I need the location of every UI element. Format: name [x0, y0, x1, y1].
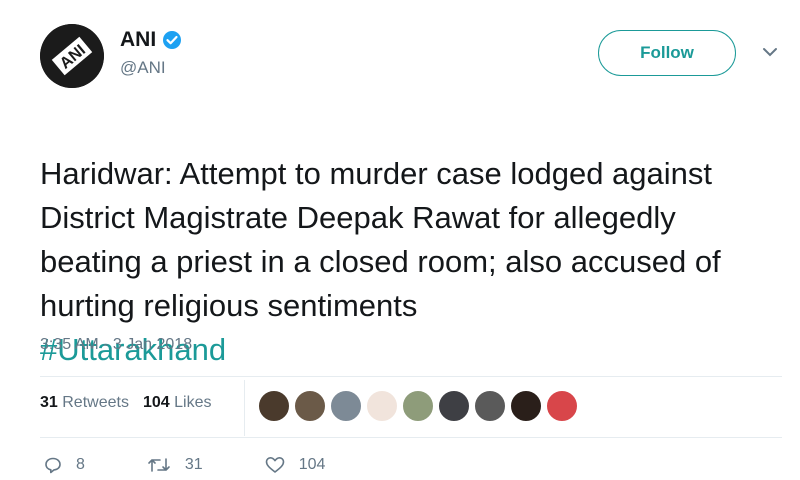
retweets-label: Retweets	[62, 394, 129, 411]
liker-avatar[interactable]	[294, 390, 326, 422]
liker-avatar[interactable]	[402, 390, 434, 422]
liker-avatar[interactable]	[258, 390, 290, 422]
tweet-text: Haridwar: Attempt to murder case lodged …	[40, 156, 721, 323]
reply-icon	[45, 457, 61, 474]
reply-count: 8	[76, 456, 85, 473]
reply-action[interactable]: 8	[44, 456, 85, 474]
liker-avatar[interactable]	[330, 390, 362, 422]
retweets-count: 31	[40, 394, 58, 411]
liker-avatars	[258, 390, 578, 422]
divider-top	[40, 376, 782, 377]
author-name[interactable]: ANI	[120, 28, 156, 52]
like-action[interactable]: 104	[265, 456, 326, 474]
retweet-count: 31	[184, 456, 203, 473]
likes-stat[interactable]: 104 Likes	[143, 394, 212, 412]
liker-avatar[interactable]	[438, 390, 470, 422]
tweet-actions: 8 31 104	[44, 456, 387, 474]
author-handle[interactable]: @ANI	[120, 58, 182, 78]
likes-count: 104	[142, 394, 170, 411]
likes-label: Likes	[174, 394, 212, 411]
divider-bottom	[40, 437, 782, 438]
retweets-stat[interactable]: 31 Retweets	[40, 394, 129, 412]
verified-badge-icon	[162, 30, 182, 50]
author-info: ANI @ANI	[120, 28, 182, 78]
engagement-stats: 31 Retweets 104 Likes	[40, 394, 211, 412]
heart-icon	[265, 457, 285, 473]
author-avatar[interactable]: ANI	[40, 24, 104, 88]
ani-logo-icon: ANI	[40, 24, 104, 88]
retweet-icon	[148, 458, 170, 472]
retweet-action[interactable]: 31	[147, 456, 203, 474]
liker-avatar[interactable]	[510, 390, 542, 422]
liker-avatar[interactable]	[474, 390, 506, 422]
tweet-timestamp[interactable]: 3:35 AM - 3 Jan 2018	[40, 336, 192, 354]
like-count: 104	[298, 456, 326, 473]
chevron-down-icon[interactable]	[762, 46, 778, 58]
liker-avatar[interactable]	[366, 390, 398, 422]
tweet-body: Haridwar: Attempt to murder case lodged …	[40, 108, 780, 416]
liker-avatar[interactable]	[546, 390, 578, 422]
follow-button[interactable]: Follow	[598, 30, 736, 76]
stats-separator	[244, 380, 245, 436]
